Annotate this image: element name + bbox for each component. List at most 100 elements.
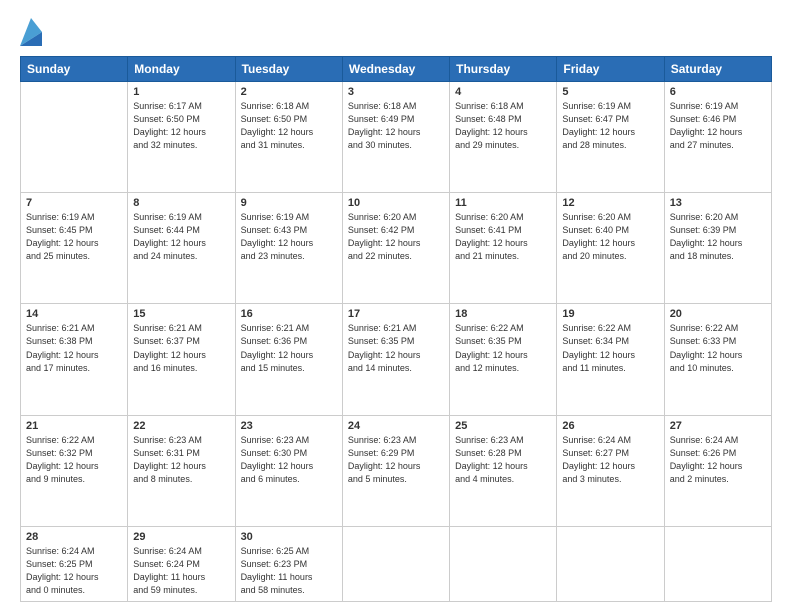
calendar-cell: 26 Sunrise: 6:24 AMSunset: 6:27 PMDayligh… xyxy=(557,415,664,526)
dow-header-saturday: Saturday xyxy=(664,57,771,82)
day-info: Sunrise: 6:24 AMSunset: 6:25 PMDaylight:… xyxy=(26,545,122,597)
day-info: Sunrise: 6:20 AMSunset: 6:39 PMDaylight:… xyxy=(670,211,766,263)
day-number: 6 xyxy=(670,86,766,98)
day-number: 3 xyxy=(348,86,444,98)
day-number: 26 xyxy=(562,420,658,432)
day-number: 19 xyxy=(562,308,658,320)
day-info: Sunrise: 6:20 AMSunset: 6:41 PMDaylight:… xyxy=(455,211,551,263)
day-info: Sunrise: 6:24 AMSunset: 6:27 PMDaylight:… xyxy=(562,434,658,486)
day-info: Sunrise: 6:23 AMSunset: 6:30 PMDaylight:… xyxy=(241,434,337,486)
calendar-table: SundayMondayTuesdayWednesdayThursdayFrid… xyxy=(20,56,772,602)
day-number: 14 xyxy=(26,308,122,320)
day-info: Sunrise: 6:21 AMSunset: 6:37 PMDaylight:… xyxy=(133,322,229,374)
calendar-cell: 18Sunrise: 6:22 AMSunset: 6:35 PMDayligh… xyxy=(450,304,557,415)
day-number: 15 xyxy=(133,308,229,320)
calendar-cell: 2 Sunrise: 6:18 AMSunset: 6:50 PMDaylight… xyxy=(235,82,342,193)
calendar-cell xyxy=(664,526,771,601)
calendar-cell xyxy=(21,82,128,193)
calendar-cell: 10 Sunrise: 6:20 AMSunset: 6:42 PMDayligh… xyxy=(342,193,449,304)
day-info: Sunrise: 6:19 AMSunset: 6:44 PMDaylight:… xyxy=(133,211,229,263)
calendar-cell: 22Sunrise: 6:23 AMSunset: 6:31 PMDayligh… xyxy=(128,415,235,526)
calendar-cell: 14 Sunrise: 6:21 AMSunset: 6:38 PMDayligh… xyxy=(21,304,128,415)
day-info: Sunrise: 6:21 AMSunset: 6:36 PMDaylight:… xyxy=(241,322,337,374)
calendar-cell: 24 Sunrise: 6:23 AMSunset: 6:29 PMDayligh… xyxy=(342,415,449,526)
day-info: Sunrise: 6:23 AMSunset: 6:29 PMDaylight:… xyxy=(348,434,444,486)
calendar-cell: 29 Sunrise: 6:24 AMSunset: 6:24 PMDayligh… xyxy=(128,526,235,601)
day-info: Sunrise: 6:22 AMSunset: 6:34 PMDaylight:… xyxy=(562,322,658,374)
day-info: Sunrise: 6:22 AMSunset: 6:33 PMDaylight:… xyxy=(670,322,766,374)
day-number: 9 xyxy=(241,197,337,209)
logo-icon xyxy=(20,18,42,46)
day-info: Sunrise: 6:17 AMSunset: 6:50 PMDaylight:… xyxy=(133,100,229,152)
day-number: 17 xyxy=(348,308,444,320)
day-number: 30 xyxy=(241,531,337,543)
day-number: 16 xyxy=(241,308,337,320)
day-number: 27 xyxy=(670,420,766,432)
day-number: 2 xyxy=(241,86,337,98)
calendar-cell xyxy=(342,526,449,601)
calendar-cell: 11Sunrise: 6:20 AMSunset: 6:41 PMDayligh… xyxy=(450,193,557,304)
day-number: 5 xyxy=(562,86,658,98)
day-number: 4 xyxy=(455,86,551,98)
dow-header-thursday: Thursday xyxy=(450,57,557,82)
day-info: Sunrise: 6:21 AMSunset: 6:38 PMDaylight:… xyxy=(26,322,122,374)
day-info: Sunrise: 6:23 AMSunset: 6:31 PMDaylight:… xyxy=(133,434,229,486)
day-number: 21 xyxy=(26,420,122,432)
day-info: Sunrise: 6:18 AMSunset: 6:49 PMDaylight:… xyxy=(348,100,444,152)
calendar-cell xyxy=(450,526,557,601)
day-info: Sunrise: 6:24 AMSunset: 6:26 PMDaylight:… xyxy=(670,434,766,486)
day-info: Sunrise: 6:19 AMSunset: 6:43 PMDaylight:… xyxy=(241,211,337,263)
day-info: Sunrise: 6:19 AMSunset: 6:47 PMDaylight:… xyxy=(562,100,658,152)
calendar-cell xyxy=(557,526,664,601)
day-number: 13 xyxy=(670,197,766,209)
day-info: Sunrise: 6:22 AMSunset: 6:32 PMDaylight:… xyxy=(26,434,122,486)
day-info: Sunrise: 6:24 AMSunset: 6:24 PMDaylight:… xyxy=(133,545,229,597)
calendar-cell: 5 Sunrise: 6:19 AMSunset: 6:47 PMDaylight… xyxy=(557,82,664,193)
page-header xyxy=(20,18,772,46)
day-info: Sunrise: 6:19 AMSunset: 6:45 PMDaylight:… xyxy=(26,211,122,263)
day-info: Sunrise: 6:25 AMSunset: 6:23 PMDaylight:… xyxy=(241,545,337,597)
day-info: Sunrise: 6:23 AMSunset: 6:28 PMDaylight:… xyxy=(455,434,551,486)
day-info: Sunrise: 6:19 AMSunset: 6:46 PMDaylight:… xyxy=(670,100,766,152)
calendar-cell: 3 Sunrise: 6:18 AMSunset: 6:49 PMDaylight… xyxy=(342,82,449,193)
day-info: Sunrise: 6:21 AMSunset: 6:35 PMDaylight:… xyxy=(348,322,444,374)
calendar-cell: 16 Sunrise: 6:21 AMSunset: 6:36 PMDayligh… xyxy=(235,304,342,415)
day-number: 29 xyxy=(133,531,229,543)
logo xyxy=(20,18,45,46)
calendar-cell: 30 Sunrise: 6:25 AMSunset: 6:23 PMDayligh… xyxy=(235,526,342,601)
calendar-cell: 9 Sunrise: 6:19 AMSunset: 6:43 PMDaylight… xyxy=(235,193,342,304)
calendar-cell: 15 Sunrise: 6:21 AMSunset: 6:37 PMDayligh… xyxy=(128,304,235,415)
calendar-cell: 27 Sunrise: 6:24 AMSunset: 6:26 PMDayligh… xyxy=(664,415,771,526)
day-number: 18 xyxy=(455,308,551,320)
day-info: Sunrise: 6:18 AMSunset: 6:50 PMDaylight:… xyxy=(241,100,337,152)
dow-header-tuesday: Tuesday xyxy=(235,57,342,82)
calendar-cell: 21 Sunrise: 6:22 AMSunset: 6:32 PMDayligh… xyxy=(21,415,128,526)
day-number: 8 xyxy=(133,197,229,209)
calendar-cell: 4 Sunrise: 6:18 AMSunset: 6:48 PMDaylight… xyxy=(450,82,557,193)
day-number: 12 xyxy=(562,197,658,209)
day-info: Sunrise: 6:20 AMSunset: 6:40 PMDaylight:… xyxy=(562,211,658,263)
calendar-cell: 7Sunrise: 6:19 AMSunset: 6:45 PMDaylight… xyxy=(21,193,128,304)
day-number: 23 xyxy=(241,420,337,432)
calendar-cell: 28 Sunrise: 6:24 AMSunset: 6:25 PMDayligh… xyxy=(21,526,128,601)
calendar-cell: 17 Sunrise: 6:21 AMSunset: 6:35 PMDayligh… xyxy=(342,304,449,415)
calendar-cell: 13 Sunrise: 6:20 AMSunset: 6:39 PMDayligh… xyxy=(664,193,771,304)
day-number: 24 xyxy=(348,420,444,432)
calendar-cell: 1 Sunrise: 6:17 AMSunset: 6:50 PMDaylight… xyxy=(128,82,235,193)
calendar-cell: 8 Sunrise: 6:19 AMSunset: 6:44 PMDaylight… xyxy=(128,193,235,304)
calendar-cell: 19 Sunrise: 6:22 AMSunset: 6:34 PMDayligh… xyxy=(557,304,664,415)
calendar-cell: 23 Sunrise: 6:23 AMSunset: 6:30 PMDayligh… xyxy=(235,415,342,526)
day-info: Sunrise: 6:20 AMSunset: 6:42 PMDaylight:… xyxy=(348,211,444,263)
calendar-cell: 20Sunrise: 6:22 AMSunset: 6:33 PMDayligh… xyxy=(664,304,771,415)
day-number: 28 xyxy=(26,531,122,543)
day-number: 10 xyxy=(348,197,444,209)
calendar-cell: 25 Sunrise: 6:23 AMSunset: 6:28 PMDayligh… xyxy=(450,415,557,526)
dow-header-monday: Monday xyxy=(128,57,235,82)
dow-header-sunday: Sunday xyxy=(21,57,128,82)
day-number: 25 xyxy=(455,420,551,432)
day-number: 1 xyxy=(133,86,229,98)
dow-header-friday: Friday xyxy=(557,57,664,82)
calendar-cell: 12 Sunrise: 6:20 AMSunset: 6:40 PMDayligh… xyxy=(557,193,664,304)
calendar-cell: 6 Sunrise: 6:19 AMSunset: 6:46 PMDaylight… xyxy=(664,82,771,193)
day-info: Sunrise: 6:18 AMSunset: 6:48 PMDaylight:… xyxy=(455,100,551,152)
